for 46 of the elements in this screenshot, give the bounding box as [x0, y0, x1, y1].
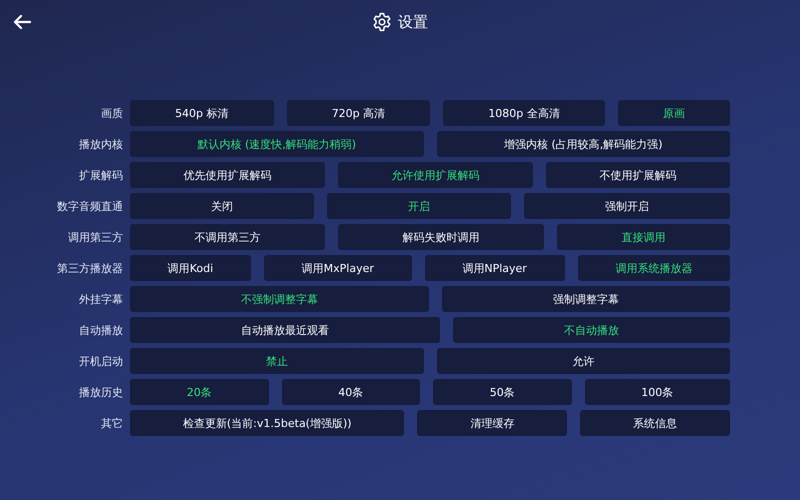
setting-label: 其它: [100, 416, 124, 430]
setting-label: 播放内核: [78, 136, 124, 152]
option-button[interactable]: 不自动播放: [453, 317, 730, 343]
option-button[interactable]: 系统信息: [580, 410, 730, 436]
setting-label: 扩展解码: [78, 168, 124, 182]
option-button[interactable]: 关闭: [130, 193, 314, 219]
option-button[interactable]: 原画: [618, 100, 730, 126]
option-button[interactable]: 增强内核 (占用较高,解码能力强): [436, 131, 730, 157]
option-button[interactable]: 调用MxPlayer: [264, 255, 412, 281]
option-button[interactable]: 允许使用扩展解码: [338, 162, 533, 188]
option-button[interactable]: 调用系统播放器: [578, 255, 730, 281]
option-button[interactable]: 540p 标清: [130, 100, 274, 126]
setting-label: 开机启动: [78, 354, 124, 368]
option-button[interactable]: 直接调用: [557, 224, 730, 250]
setting-label: 调用第三方: [67, 230, 124, 244]
option-button[interactable]: 默认内核 (速度快,解码能力稍弱): [130, 131, 424, 157]
setting-label: 数字音频直通: [56, 198, 124, 214]
setting-label: 画质: [100, 106, 124, 120]
option-button[interactable]: 1080p 全高清: [443, 100, 605, 126]
option-button[interactable]: 不强制调整字幕: [130, 286, 429, 312]
option-button[interactable]: 优先使用扩展解码: [130, 162, 325, 188]
option-button[interactable]: 50条: [433, 379, 572, 405]
option-button[interactable]: 40条: [282, 379, 420, 405]
option-button[interactable]: 禁止: [130, 348, 424, 374]
option-button[interactable]: 开启: [327, 193, 511, 219]
option-button[interactable]: 不调用第三方: [130, 224, 325, 250]
settings-icon: [372, 12, 392, 32]
option-button[interactable]: 调用Kodi: [130, 255, 251, 281]
option-button[interactable]: 不使用扩展解码: [546, 162, 730, 188]
option-button[interactable]: 调用NPlayer: [424, 255, 565, 281]
option-button[interactable]: 解码失败时调用: [338, 224, 544, 250]
option-button[interactable]: 强制调整字幕: [442, 286, 730, 312]
option-button[interactable]: 自动播放最近观看: [130, 317, 440, 343]
setting-label: 第三方播放器: [56, 260, 124, 276]
option-button[interactable]: 20条: [130, 379, 268, 405]
setting-label: 外挂字幕: [78, 292, 124, 306]
option-button[interactable]: 清理缓存: [417, 410, 568, 436]
setting-label: 播放历史: [78, 384, 124, 400]
option-button[interactable]: 720p 高清: [286, 100, 430, 126]
option-button[interactable]: 允许: [436, 348, 730, 374]
setting-label: 自动播放: [78, 322, 124, 338]
option-button[interactable]: 检查更新(当前:v1.5beta(增强版)): [130, 410, 404, 436]
back-arrow-icon[interactable]: [13, 14, 31, 30]
option-button[interactable]: 强制开启: [524, 193, 730, 219]
page-title: 设置: [398, 12, 428, 32]
option-button[interactable]: 100条: [584, 379, 730, 405]
